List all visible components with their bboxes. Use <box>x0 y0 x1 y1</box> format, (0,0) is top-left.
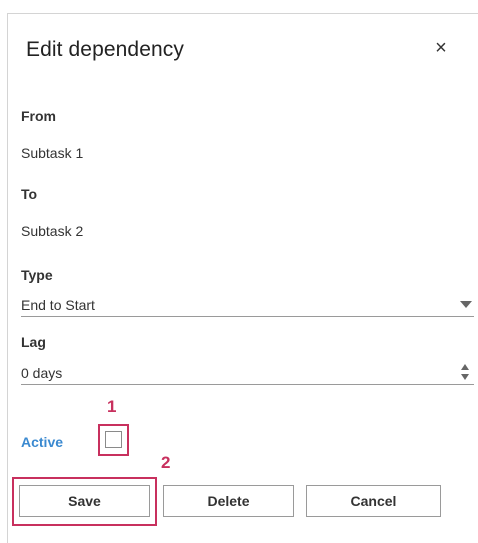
to-label: To <box>21 186 38 202</box>
from-label: From <box>21 108 56 124</box>
cancel-button[interactable]: Cancel <box>306 485 441 517</box>
edit-dependency-dialog <box>7 13 478 543</box>
increment-icon[interactable] <box>461 364 469 370</box>
lag-label: Lag <box>21 334 46 350</box>
dialog-title: Edit dependency <box>26 38 184 61</box>
active-label: Active <box>21 434 64 450</box>
annotation-marker-1: 1 <box>107 397 117 416</box>
to-value: Subtask 2 <box>21 223 84 239</box>
active-checkbox[interactable] <box>105 431 122 448</box>
type-dropdown[interactable]: End to Start <box>21 295 474 317</box>
dropdown-arrow-icon[interactable] <box>460 301 472 308</box>
decrement-icon[interactable] <box>461 374 469 380</box>
annotation-marker-2: 2 <box>161 453 171 472</box>
close-icon[interactable]: × <box>431 37 451 59</box>
from-value: Subtask 1 <box>21 145 84 161</box>
lag-numeric-input[interactable]: 0 days <box>21 363 474 385</box>
lag-value: 0 days <box>21 365 63 381</box>
type-label: Type <box>21 267 53 283</box>
save-button[interactable]: Save <box>19 485 150 517</box>
type-dropdown-value: End to Start <box>21 297 95 313</box>
delete-button[interactable]: Delete <box>163 485 294 517</box>
spinner-icon[interactable] <box>461 364 471 382</box>
